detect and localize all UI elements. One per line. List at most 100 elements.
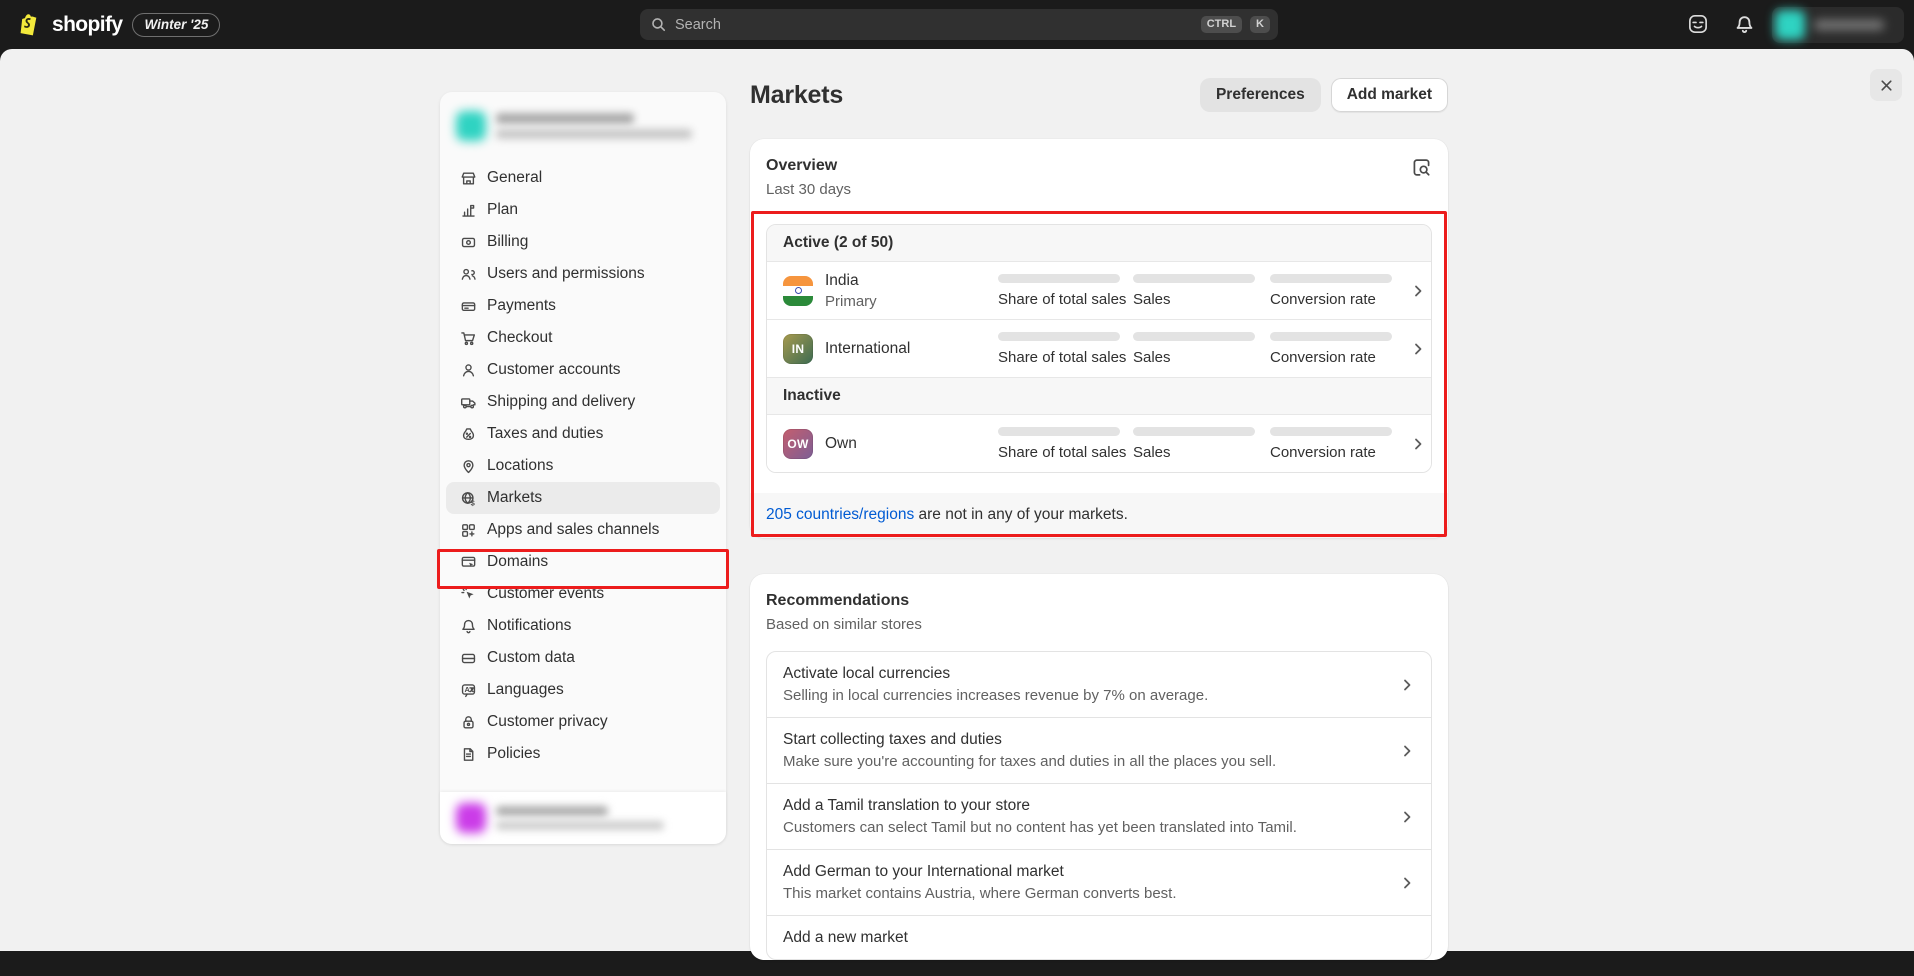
store-name-redacted (496, 113, 692, 139)
svg-text:A: A (464, 685, 470, 694)
topbar: shopify Winter '25 Search CTRL K (0, 0, 1914, 49)
chevron-right-icon (1410, 436, 1426, 452)
inactive-section-header: Inactive (767, 377, 1431, 414)
store-avatar (1775, 10, 1805, 40)
overview-footer: 205 countries/regions are not in any of … (750, 493, 1448, 538)
shopify-logo-icon (16, 11, 42, 39)
sidebar-item-general[interactable]: General (446, 162, 720, 194)
search-input[interactable]: Search CTRL K (640, 9, 1278, 40)
domains-icon (460, 554, 477, 571)
sidebar-item-domains[interactable]: Domains (446, 546, 720, 578)
recommendation-add-market[interactable]: Add a new market (767, 915, 1431, 959)
market-row-own[interactable]: OW Own Share of total sales Sales (767, 414, 1431, 472)
skeleton-bar (998, 274, 1120, 283)
sidebar-item-plan[interactable]: Plan (446, 194, 720, 226)
international-badge: IN (783, 334, 813, 364)
sidekick-icon[interactable] (1686, 12, 1710, 36)
india-flag-icon (783, 276, 813, 306)
sidebar-item-apps-and-sales-channels[interactable]: Apps and sales channels (446, 514, 720, 546)
sidebar-item-shipping-and-delivery[interactable]: Shipping and delivery (446, 386, 720, 418)
store-account-chip[interactable] (1772, 7, 1904, 43)
store-name-redacted (1814, 20, 1884, 30)
languages-icon: A (460, 682, 477, 699)
chevron-right-icon (1399, 809, 1415, 825)
sidebar-item-locations[interactable]: Locations (446, 450, 720, 482)
person-icon (460, 362, 477, 379)
add-market-button[interactable]: Add market (1331, 78, 1448, 112)
avatar (456, 111, 486, 141)
user-name-redacted (496, 806, 664, 830)
kbd-ctrl: CTRL (1201, 16, 1242, 33)
recommendation-activate-local-currencies[interactable]: Activate local currencies Selling in loc… (767, 652, 1431, 717)
market-name: India (825, 271, 877, 291)
document-icon (460, 746, 477, 763)
sidebar-item-checkout[interactable]: Checkout (446, 322, 720, 354)
metric-share-of-total-sales: Share of total sales (998, 332, 1133, 366)
sidebar-item-customer-events[interactable]: Customer events (446, 578, 720, 610)
sidebar-item-languages[interactable]: A Languages (446, 674, 720, 706)
billing-icon (460, 234, 477, 251)
skeleton-bar (1133, 427, 1255, 436)
countries-regions-link[interactable]: 205 countries/regions (766, 506, 914, 523)
recommendation-add-german[interactable]: Add German to your International market … (767, 849, 1431, 915)
sidebar-item-users-and-permissions[interactable]: Users and permissions (446, 258, 720, 290)
sidebar-item-payments[interactable]: Payments (446, 290, 720, 322)
chevron-right-icon (1410, 283, 1426, 299)
market-row-international[interactable]: IN International Share of total sales Sa… (767, 319, 1431, 377)
overview-subtitle: Last 30 days (766, 179, 1432, 200)
payments-icon (460, 298, 477, 315)
sidebar-item-markets[interactable]: $ Markets (446, 482, 720, 514)
recommendations-card: Recommendations Based on similar stores … (750, 574, 1448, 960)
recommendation-collect-taxes[interactable]: Start collecting taxes and duties Make s… (767, 717, 1431, 783)
edition-badge[interactable]: Winter '25 (132, 13, 220, 37)
metric-sales: Sales (1133, 427, 1270, 461)
storefront-icon (460, 170, 477, 187)
market-subtitle: Primary (825, 292, 877, 311)
skeleton-bar (1270, 274, 1392, 283)
notifications-bell-icon[interactable] (1732, 12, 1756, 36)
tax-bag-icon (460, 426, 477, 443)
user-avatar (456, 803, 486, 833)
sidebar-item-billing[interactable]: Billing (446, 226, 720, 258)
skeleton-bar (1270, 332, 1392, 341)
settings-nav-list: General Plan Billing Users and permissio… (440, 156, 726, 770)
footer-text: are not in any of your markets. (914, 506, 1128, 523)
markets-table: Active (2 of 50) India Primary Share (766, 224, 1432, 473)
skeleton-bar (1133, 332, 1255, 341)
metric-sales: Sales (1133, 274, 1270, 308)
bell-icon (460, 618, 477, 635)
cart-icon (460, 330, 477, 347)
main-content: Markets Preferences Add market Overview … (750, 75, 1448, 976)
metric-sales: Sales (1133, 332, 1270, 366)
sidebar-item-custom-data[interactable]: Custom data (446, 642, 720, 674)
report-magnifier-icon (1411, 157, 1432, 178)
cursor-sparkle-icon (460, 586, 477, 603)
sidebar-item-customer-privacy[interactable]: Customer privacy (446, 706, 720, 738)
sidebar-item-policies[interactable]: Policies (446, 738, 720, 770)
view-report-button[interactable] (1408, 154, 1434, 180)
recommendations-list: Activate local currencies Selling in loc… (766, 651, 1432, 960)
sidebar-item-taxes-and-duties[interactable]: Taxes and duties (446, 418, 720, 450)
settings-overlay: General Plan Billing Users and permissio… (0, 49, 1914, 951)
recommendation-tamil-translation[interactable]: Add a Tamil translation to your store Cu… (767, 783, 1431, 849)
metric-share-of-total-sales: Share of total sales (998, 427, 1133, 461)
preferences-button[interactable]: Preferences (1200, 78, 1321, 112)
close-icon (1877, 76, 1896, 95)
svg-text:$: $ (471, 498, 476, 507)
chevron-right-icon (1399, 743, 1415, 759)
skeleton-bar (1133, 274, 1255, 283)
close-button[interactable] (1870, 69, 1902, 101)
chevron-right-icon (1410, 341, 1426, 357)
sidebar-item-customer-accounts[interactable]: Customer accounts (446, 354, 720, 386)
metric-conversion-rate: Conversion rate (1270, 332, 1410, 366)
lock-icon (460, 714, 477, 731)
sidebar-item-notifications[interactable]: Notifications (446, 610, 720, 642)
skeleton-bar (998, 332, 1120, 341)
market-row-india[interactable]: India Primary Share of total sales Sales (767, 261, 1431, 319)
search-placeholder: Search (675, 17, 1193, 33)
page-title: Markets (750, 81, 843, 110)
brand-wordmark: shopify (52, 13, 122, 37)
kbd-k: K (1250, 16, 1270, 33)
custom-data-icon (460, 650, 477, 667)
sidebar-user-footer[interactable] (440, 792, 726, 844)
